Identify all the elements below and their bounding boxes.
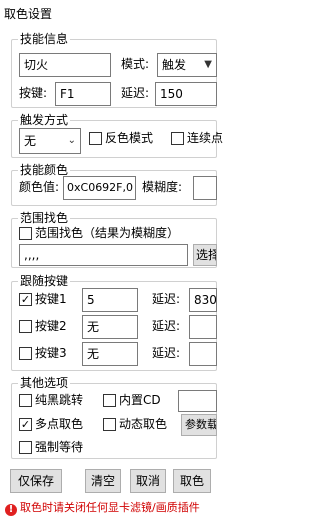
- follow-key-2-delay-label: 延迟:: [152, 319, 181, 333]
- follow-key-3-input[interactable]: 无: [82, 342, 138, 366]
- mode-label: 模式:: [121, 57, 150, 71]
- follow-key-3-label: 按键3: [35, 346, 67, 360]
- fuzz-input[interactable]: [193, 176, 217, 200]
- follow-key-1-label: 按键1: [35, 292, 67, 306]
- warning-text: 取色时请关闭任何显卡滤镜/画质插件: [20, 501, 200, 514]
- pick-color-button[interactable]: 取色: [173, 469, 211, 493]
- follow-key-1-delay-input[interactable]: 830: [189, 288, 217, 312]
- key-input[interactable]: F1: [55, 82, 111, 106]
- follow-key-3-checkbox[interactable]: [19, 347, 32, 360]
- follow-key-1-checkbox[interactable]: ✓: [19, 293, 32, 306]
- range-select-button[interactable]: 选择: [193, 244, 217, 266]
- builtin-cd-input[interactable]: [178, 390, 217, 412]
- range-pick-checkbox[interactable]: [19, 227, 32, 240]
- skill-color-title: 技能颜色: [18, 163, 71, 177]
- clear-button[interactable]: 清空: [85, 469, 121, 493]
- delay-label: 延迟:: [121, 86, 150, 100]
- key-label: 按键:: [19, 86, 48, 100]
- trigger-select[interactable]: 无 ⌄: [19, 128, 81, 154]
- warning-circle-icon: !: [5, 504, 17, 516]
- force-wait-checkbox[interactable]: [19, 441, 32, 454]
- mode-select-value: 触发: [162, 58, 187, 72]
- checkmark-icon: ✓: [20, 293, 31, 306]
- dynamic-pick-label: 动态取色: [119, 417, 168, 431]
- force-wait-label: 强制等待: [35, 440, 84, 454]
- follow-keys-title: 跟随按键: [18, 274, 71, 288]
- chevron-down-icon: ⌄: [67, 135, 76, 146]
- dynamic-pick-checkbox[interactable]: [103, 418, 116, 431]
- follow-key-2-checkbox[interactable]: [19, 320, 32, 333]
- save-only-button[interactable]: 仅保存: [10, 469, 62, 493]
- range-pick-title: 范围找色: [18, 211, 71, 225]
- warning-message: ! 取色时请关闭任何显卡滤镜/画质插件: [5, 499, 200, 516]
- invert-color-label: 反色模式: [105, 131, 154, 145]
- skill-info-title: 技能信息: [18, 32, 71, 46]
- trigger-mode-title: 触发方式: [18, 113, 71, 127]
- invert-color-checkbox[interactable]: [89, 132, 102, 145]
- color-value-input[interactable]: 0xC0692F,0: [63, 176, 136, 200]
- follow-key-2-input[interactable]: 无: [82, 315, 138, 339]
- cancel-button[interactable]: 取消: [130, 469, 166, 493]
- builtin-cd-checkbox[interactable]: [103, 394, 116, 407]
- follow-key-3-delay-input[interactable]: [189, 342, 217, 366]
- continuous-label: 连续点: [187, 131, 224, 145]
- color-value-label: 颜色值:: [19, 180, 60, 194]
- pure-black-checkbox[interactable]: [19, 394, 32, 407]
- mode-select[interactable]: 触发 ▼: [157, 53, 217, 77]
- follow-key-2-label: 按键2: [35, 319, 67, 333]
- follow-key-1-input[interactable]: 5: [82, 288, 138, 312]
- trigger-select-value: 无: [24, 134, 37, 148]
- window-title: 取色设置: [4, 7, 53, 21]
- pure-black-label: 纯黑跳转: [35, 393, 84, 407]
- range-coords-input[interactable]: ,,,,: [19, 244, 188, 266]
- range-pick-label: 范围找色（结果为模糊度）: [35, 226, 180, 240]
- other-options-title: 其他选项: [18, 376, 71, 390]
- checkmark-icon: ✓: [20, 418, 31, 431]
- follow-key-2-delay-input[interactable]: [189, 315, 217, 339]
- skill-name-input[interactable]: 切火: [19, 53, 111, 77]
- params-button[interactable]: 参数载: [181, 414, 217, 436]
- fuzz-label: 模糊度:: [142, 180, 183, 194]
- follow-key-3-delay-label: 延迟:: [152, 346, 181, 360]
- multi-pick-label: 多点取色: [35, 417, 84, 431]
- continuous-checkbox[interactable]: [171, 132, 184, 145]
- builtin-cd-label: 内置CD: [119, 393, 161, 407]
- multi-pick-checkbox[interactable]: ✓: [19, 418, 32, 431]
- chevron-down-icon: ▼: [204, 59, 212, 70]
- follow-key-1-delay-label: 延迟:: [152, 292, 181, 306]
- delay-input[interactable]: 150: [155, 82, 217, 106]
